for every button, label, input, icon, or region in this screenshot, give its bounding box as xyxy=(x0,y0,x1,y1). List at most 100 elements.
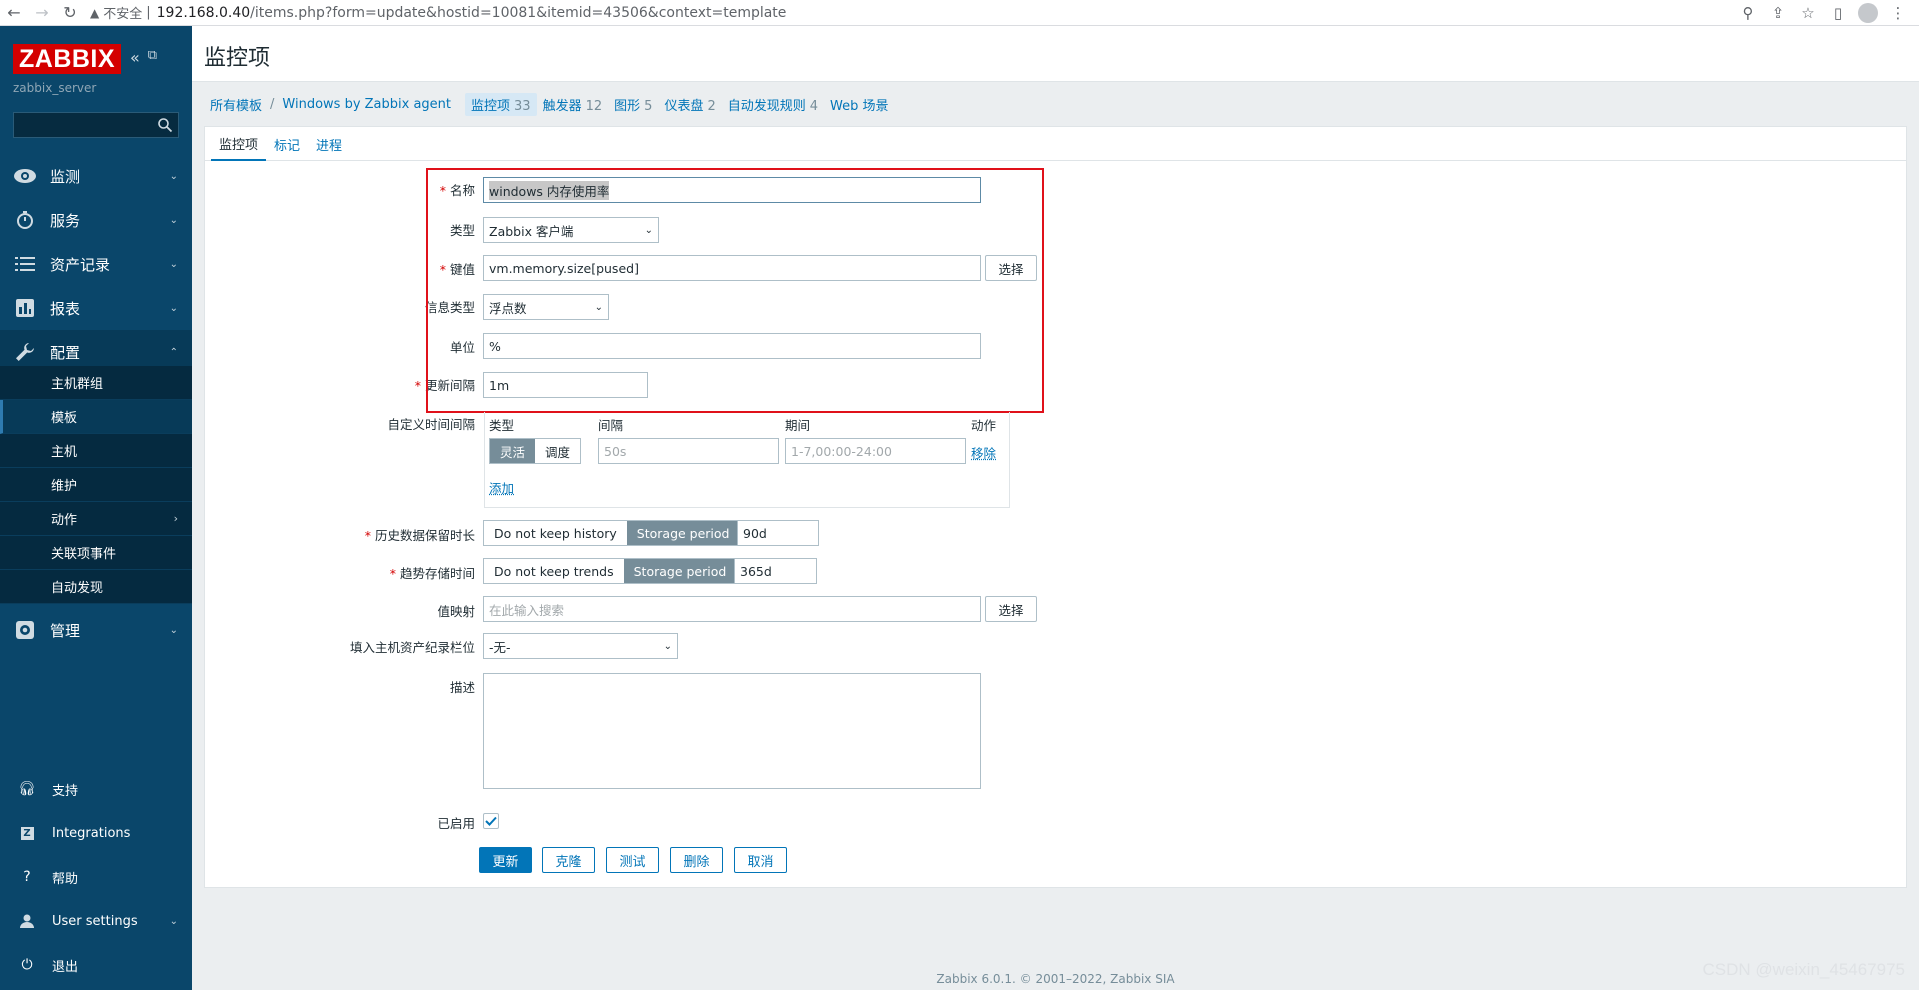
highlight-annotation-box xyxy=(426,168,1044,413)
tab-item[interactable]: 监控项 xyxy=(211,127,267,161)
ci-add-link[interactable]: 添加 xyxy=(489,478,514,497)
enabled-checkbox[interactable] xyxy=(483,813,499,829)
warning-icon: ▲ xyxy=(90,5,100,20)
trends-period-input[interactable]: 365d xyxy=(734,558,817,584)
delete-button[interactable]: 删除 xyxy=(670,847,723,873)
inventory-label: 填入主机资产纪录栏位 xyxy=(349,640,475,655)
valuemap-select-button[interactable]: 选择 xyxy=(985,596,1037,622)
zabbix-logo[interactable]: ZABBIX xyxy=(13,44,122,74)
sidebar-search-input[interactable] xyxy=(13,112,179,138)
breadcrumb-discovery-rules[interactable]: 自动发现规则 4 xyxy=(722,93,824,116)
tab-preprocessing[interactable]: 进程 xyxy=(308,127,350,161)
required-marker: * xyxy=(389,566,396,581)
configuration-submenu: 主机群组 模板 主机 维护 动作 › 关联项事件 自动发现 xyxy=(0,366,192,604)
back-arrow-icon[interactable]: ← xyxy=(0,0,28,26)
breadcrumb-triggers[interactable]: 触发器 12 xyxy=(537,93,609,116)
breadcrumb-template[interactable]: Windows by Zabbix agent xyxy=(276,95,457,114)
more-menu-icon[interactable]: ⋮ xyxy=(1885,0,1911,26)
submenu-discovery[interactable]: 自动发现 xyxy=(0,570,192,604)
zoom-icon[interactable]: ⚲ xyxy=(1735,0,1761,26)
breadcrumb-web-scenarios[interactable]: Web 场景 xyxy=(824,93,894,116)
nav-monitoring[interactable]: 监测 ⌄ xyxy=(0,154,192,198)
submenu-host-groups[interactable]: 主机群组 xyxy=(0,366,192,400)
ci-interval-input[interactable]: 50s xyxy=(598,438,779,464)
ci-period-input[interactable]: 1-7,00:00-24:00 xyxy=(785,438,966,464)
page-header: 监控项 xyxy=(192,26,1919,82)
ci-remove-link[interactable]: 移除 xyxy=(971,443,996,462)
submenu-actions[interactable]: 动作 › xyxy=(0,502,192,536)
form-tabs: 监控项 标记 进程 xyxy=(205,127,1906,161)
forward-arrow-icon[interactable]: → xyxy=(28,0,56,26)
insecure-indicator[interactable]: ▲ 不安全 xyxy=(90,3,142,23)
description-textarea[interactable] xyxy=(483,673,981,789)
ci-mode-scheduling[interactable]: 调度 xyxy=(535,439,580,463)
submenu-event-correlation[interactable]: 关联项事件 xyxy=(0,536,192,570)
breadcrumb-items[interactable]: 监控项 33 xyxy=(465,93,537,116)
valuemap-input[interactable]: 在此输入搜索 xyxy=(483,596,981,622)
triggers-count: 12 xyxy=(585,99,603,114)
inventory-value: -无- xyxy=(489,639,511,655)
history-do-not-keep[interactable]: Do not keep history xyxy=(484,521,627,545)
tab-tags[interactable]: 标记 xyxy=(266,127,308,161)
list-icon xyxy=(12,257,38,271)
chevron-down-icon: ⌄ xyxy=(169,302,178,314)
inventory-select[interactable]: -无- ⌄ xyxy=(483,633,678,659)
items-count: 33 xyxy=(514,99,531,114)
search-icon[interactable] xyxy=(157,117,173,133)
submenu-label: 关联项事件 xyxy=(51,547,117,562)
history-period-input[interactable]: 90d xyxy=(737,520,819,546)
trends-storage-period[interactable]: Storage period xyxy=(623,559,737,583)
address-bar[interactable]: 192.168.0.40/items.php?form=update&hosti… xyxy=(157,5,787,21)
share-icon[interactable]: ⇪ xyxy=(1765,0,1791,26)
user-icon xyxy=(17,914,37,928)
chevron-down-icon: ⌄ xyxy=(169,214,178,226)
submenu-label: 动作 xyxy=(51,513,78,528)
reload-icon[interactable]: ↻ xyxy=(56,0,84,26)
breadcrumb-dashboards[interactable]: 仪表盘 2 xyxy=(658,93,721,116)
chevron-down-icon: ⌄ xyxy=(663,640,672,652)
page-title: 监控项 xyxy=(204,46,271,71)
submenu-maintenance[interactable]: 维护 xyxy=(0,468,192,502)
checkmark-icon xyxy=(485,816,497,826)
history-storage-period[interactable]: Storage period xyxy=(626,521,740,545)
nav-label: 支持 xyxy=(52,783,79,799)
nav-administration[interactable]: 管理 ⌄ xyxy=(0,608,192,652)
ci-header-period: 期间 xyxy=(785,418,811,433)
browser-toolbar: ← → ↻ ▲ 不安全 | 192.168.0.40/items.php?for… xyxy=(0,0,1919,26)
update-button[interactable]: 更新 xyxy=(479,847,532,873)
bar-chart-icon xyxy=(12,299,38,317)
kiosk-mode-icon[interactable]: ⧉ xyxy=(148,48,157,67)
submenu-label: 主机群组 xyxy=(51,377,104,392)
nav-integrations[interactable]: Z Integrations xyxy=(0,811,192,855)
profile-avatar[interactable] xyxy=(1855,0,1881,26)
nav-help[interactable]: ? 帮助 xyxy=(0,855,192,899)
help-icon: ? xyxy=(23,869,31,885)
cancel-button[interactable]: 取消 xyxy=(734,847,787,873)
submenu-hosts[interactable]: 主机 xyxy=(0,434,192,468)
nav-reports[interactable]: 报表 ⌄ xyxy=(0,286,192,330)
trends-mode-toggle: Do not keep trends Storage period xyxy=(483,558,738,584)
clone-button[interactable]: 克隆 xyxy=(542,847,595,873)
breadcrumb-all-templates[interactable]: 所有模板 xyxy=(204,93,268,116)
ci-mode-toggle: 灵活 调度 xyxy=(489,438,582,464)
bookmark-star-icon[interactable]: ☆ xyxy=(1795,0,1821,26)
submenu-templates[interactable]: 模板 xyxy=(0,400,192,434)
ci-period-placeholder: 1-7,00:00-24:00 xyxy=(791,443,892,459)
test-button[interactable]: 测试 xyxy=(606,847,659,873)
collapse-sidebar-icon[interactable]: « xyxy=(130,48,140,67)
discovery-label: 自动发现规则 xyxy=(727,99,806,114)
required-marker: * xyxy=(364,528,371,543)
sidepanel-icon[interactable]: ▯ xyxy=(1825,0,1851,26)
nav-label: 资产记录 xyxy=(50,255,111,274)
nav-user-settings[interactable]: User settings ⌄ xyxy=(0,899,192,943)
breadcrumb-graphs[interactable]: 图形 5 xyxy=(608,93,658,116)
ci-mode-flexible[interactable]: 灵活 xyxy=(490,439,536,463)
breadcrumb: 所有模板 / Windows by Zabbix agent 监控项 33 触发器… xyxy=(204,93,895,116)
nav-services[interactable]: 服务 ⌄ xyxy=(0,198,192,242)
chevron-up-icon: ⌃ xyxy=(169,346,178,358)
nav-support[interactable]: 🎧︎ 支持 xyxy=(0,767,192,811)
trends-do-not-keep[interactable]: Do not keep trends xyxy=(484,559,624,583)
nav-sign-out[interactable]: ⏻ 退出 xyxy=(0,943,192,987)
url-separator: | xyxy=(146,5,151,20)
nav-inventory[interactable]: 资产记录 ⌄ xyxy=(0,242,192,286)
